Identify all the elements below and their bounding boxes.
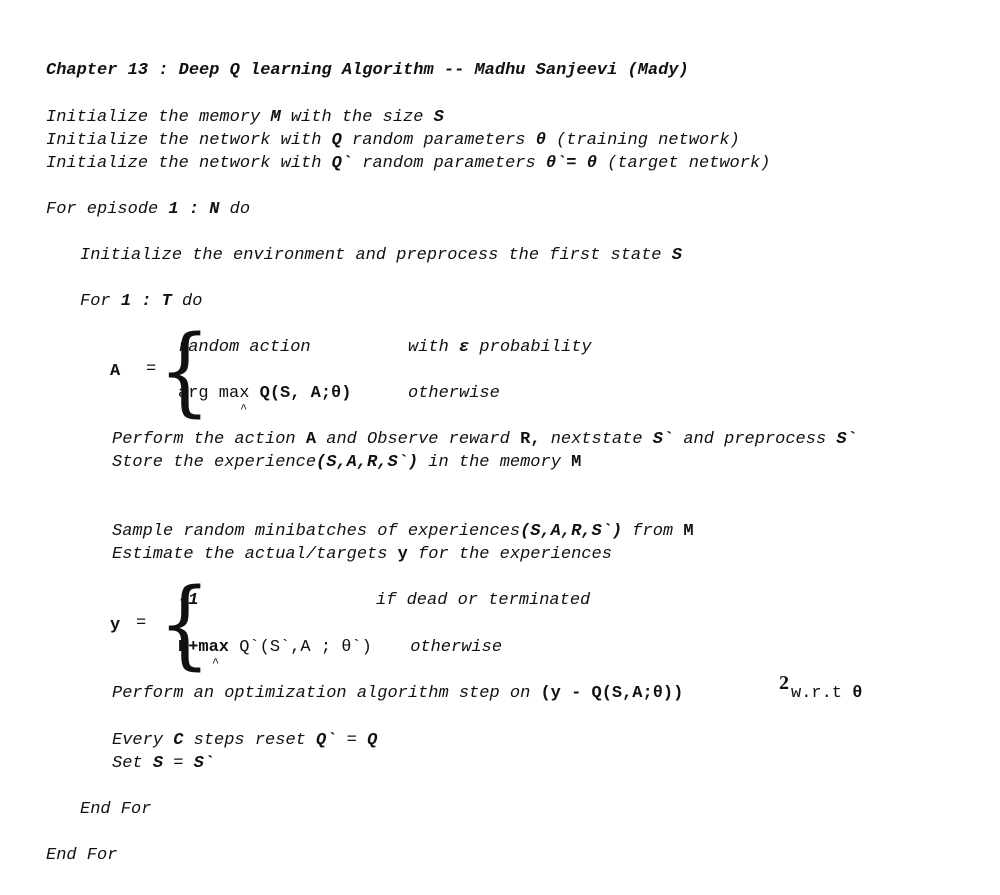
page-title: Chapter 13 : Deep Q learning Algorithm -… (46, 61, 689, 80)
action-argmax-hat: ^ (240, 402, 248, 416)
optimization-wrt: w.r.t θ (791, 684, 863, 703)
action-case-otherwise: otherwise (408, 384, 500, 403)
target-equals: = (136, 614, 147, 633)
action-case-epsilon: with ε probability (408, 338, 592, 357)
action-case-argmax: arg max Q(S, A;θ) (178, 384, 352, 403)
optimization-step-line: Perform an optimization algorithm step o… (112, 684, 684, 703)
sample-minibatch-line: Sample random minibatches of experiences… (112, 522, 694, 541)
set-state-line: Set S = S` (112, 754, 215, 773)
init-environment-line: Initialize the environment and preproces… (80, 246, 682, 265)
action-case-random: random action (178, 338, 311, 357)
target-max-hat: ^ (212, 656, 220, 670)
end-for-inner: End For (80, 800, 152, 819)
init-training-network-line: Initialize the network with Q random par… (46, 131, 740, 150)
action-equals: = (146, 360, 157, 379)
target-lhs: y (110, 616, 121, 635)
target-case-terminal-condition: if dead or terminated (376, 591, 591, 610)
for-episode-line: For episode 1 : N do (46, 200, 251, 219)
target-case-terminal-value: -1 (178, 591, 199, 610)
init-memory-line: Initialize the memory M with the size S (46, 108, 444, 127)
store-experience-line: Store the experience(S,A,R,S`) in the me… (112, 453, 582, 472)
init-target-network-line: Initialize the network with Q` random pa… (46, 154, 771, 173)
target-case-bellman: R+max Q`(S`,A ; θ`) (178, 638, 372, 657)
every-c-steps-line: Every C steps reset Q` = Q (112, 731, 378, 750)
target-case-otherwise: otherwise (400, 638, 503, 657)
loss-square-exponent: 2 (779, 672, 789, 694)
action-lhs: A (110, 362, 121, 381)
for-timestep-line: For 1 : T do (80, 292, 203, 311)
estimate-targets-line: Estimate the actual/targets y for the ex… (112, 545, 612, 564)
end-for-outer: End For (46, 846, 118, 865)
perform-action-line: Perform the action A and Observe reward … (112, 430, 857, 449)
